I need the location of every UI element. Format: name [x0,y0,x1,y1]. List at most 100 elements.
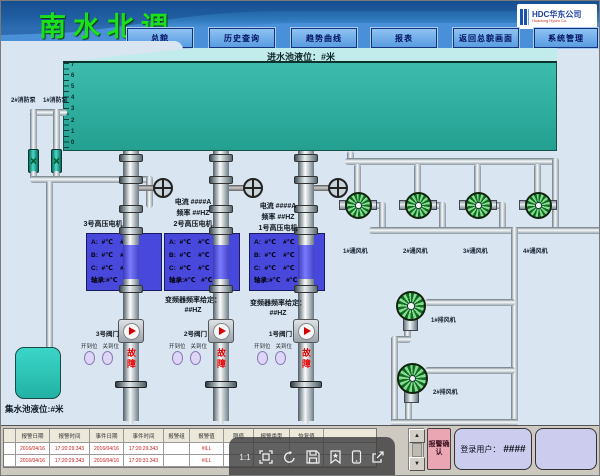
column-header: 报警值 [190,429,224,443]
fault-status-2: 故障 [215,348,228,370]
gauge-number: 6 [71,73,74,79]
alarm-cell [164,455,190,467]
supply-fan-3-label: 3#通风机 [463,246,488,255]
pipe-collar [209,176,233,184]
scada-screen: 南水北调 HDC华东公司 Huadong Hydro Co. 总貌 历史查询 趋… [0,0,600,476]
menu-button-history[interactable]: 历史查询 [209,28,275,48]
rotate-icon[interactable] [282,450,297,465]
pump-pipe-section [298,245,314,279]
crop-icon[interactable] [259,450,273,464]
open-limit-indicator [84,351,95,365]
pipe [439,202,446,230]
pipe-flange [115,381,147,388]
menu-button-return-overview[interactable]: 返回总貌画面 [453,28,519,48]
menu-button-report[interactable]: 报表 [371,28,437,48]
handwheel-icon [153,178,173,198]
device-icon[interactable] [351,450,362,464]
pipe [30,109,37,151]
handwheel-icon [243,178,263,198]
logo-bars-icon [520,9,529,25]
valve-indicator-2[interactable] [208,319,234,343]
pipe [379,202,386,230]
pipe [499,202,506,230]
menu-button-trend[interactable]: 趋势曲线 [291,28,357,48]
pipe-collar [119,285,143,293]
pipe-collar [294,176,318,184]
gauge-number: 5 [71,84,74,90]
pipe-flange [290,381,322,388]
column-header: 报警时间 [50,429,90,443]
login-user-value: #### [503,444,525,455]
open-limit-indicator [172,351,183,365]
alarm-cell: 2016/04/16 [16,443,50,455]
aux-pump-2-label: 2#消防泵 [11,95,36,104]
alarm-cell: 17:20:29.343 [50,455,90,467]
scroll-up-icon[interactable]: ▲ [409,429,425,443]
gauge-number: 4 [71,95,74,101]
menu-button-system[interactable]: 系统管理 [534,28,598,48]
alarm-cell: 17:20:29.343 [50,443,90,455]
row-selector[interactable] [4,455,16,467]
gauge-number: 7 [71,62,74,68]
aux-pump-1 [51,149,62,173]
freq-label-1: 频率 ##HZ [236,212,320,222]
pipe-collar [294,285,318,293]
valve-arrow-icon [219,327,226,335]
alarm-cell [164,443,190,455]
freq-label-2: 频率 ##HZ [151,208,235,218]
pipe-collar [119,176,143,184]
save-icon[interactable] [306,450,320,464]
valve-indicator-3[interactable] [118,319,144,343]
supply-fan-3 [465,192,492,219]
motor-label-2: 2号高压电机 [151,219,235,229]
vfd-setpoint-value-2: ##HZ [151,307,235,314]
open-limit-indicator [257,351,268,365]
valve-arrow-icon [129,327,136,335]
login-user-label: 登录用户： [460,444,500,455]
exhaust-fan-1 [396,291,426,321]
alarm-ack-button[interactable]: 报警确 认 [427,428,451,470]
scroll-thumb[interactable] [412,443,422,457]
pipe [511,227,518,425]
bookmark-star-icon[interactable] [329,450,342,464]
vfd-setpoint-value-1: ##HZ [236,310,320,317]
row-selector[interactable] [4,443,16,455]
motor-label-3: 3号高压电机 [61,219,145,229]
sump-pool [15,347,61,399]
current-label-1: 电流 ####A [236,201,320,211]
close-limit-indicator [190,351,201,365]
scroll-down-icon[interactable]: ▼ [409,457,425,471]
open-limit-label: 开到位 [169,342,186,350]
supply-fan-1 [345,192,372,219]
login-user-panel: 登录用户： #### [454,428,532,470]
pipe [53,109,60,151]
intake-tank [63,61,557,151]
supply-fan-1-label: 1#通风机 [343,246,368,255]
alarm-cell: 17:20:31.343 [124,455,164,467]
valve-indicator-1[interactable] [293,319,319,343]
company-logo: HDC华东公司 Huadong Hydro Co. [517,4,597,29]
motor-label-1: 1号高压电机 [236,223,320,233]
alarm-cell: #ILL [190,455,224,467]
supply-fan-4-label: 4#通风机 [523,246,548,255]
supply-fan-2 [405,192,432,219]
pipe [369,227,600,234]
close-limit-indicator [102,351,113,365]
fault-status-3: 故障 [125,348,138,370]
column-header: 事件时间 [124,429,164,443]
alarm-cell: 17:20:29.343 [124,443,164,455]
pipe-collar [209,154,233,162]
gauge-number: 0 [71,140,74,146]
alarm-scrollbar[interactable]: ▲ ▼ [408,428,424,470]
logo-subtitle: Huadong Hydro Co. [532,19,581,23]
sump-level-label: 集水池液位:#米 [5,403,64,415]
close-limit-indicator [275,351,286,365]
share-icon[interactable] [371,450,385,464]
column-header: 报警组 [164,429,190,443]
alarm-cell: 2016/04/16 [90,443,124,455]
aux-pump-2 [28,149,39,173]
aux-pump-1-label: 1#消防泵 [43,95,68,104]
alarm-cell: 2016/04/16 [16,455,50,467]
zoom-1-1-icon[interactable]: 1:1 [239,453,250,462]
open-limit-label: 开到位 [254,342,271,350]
